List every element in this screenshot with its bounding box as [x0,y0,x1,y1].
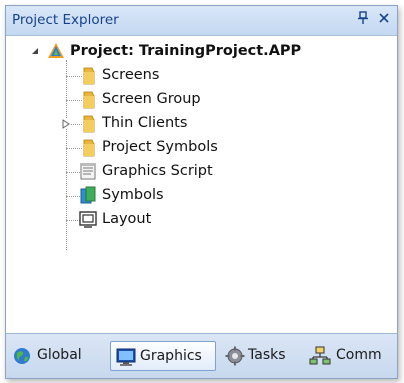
tree-item-label: Screens [102,67,160,83]
tab-comm[interactable]: Comm [304,341,390,369]
folder-icon [80,66,100,86]
tree-root-label: Project: TrainingProject.APP [70,43,302,59]
tree-item-graphics-script[interactable]: Graphics Script [46,160,346,184]
folder-icon [80,114,100,134]
tab-label: Global [37,347,82,363]
project-tree: Project: TrainingProject.APP Screens Scr… [6,36,397,333]
script-icon [78,161,98,181]
tree-item-label: Graphics Script [102,163,213,179]
tree-item-screens[interactable]: Screens [46,64,346,88]
tree-root-node[interactable]: Project: TrainingProject.APP [26,40,366,64]
tree-item-screen-group[interactable]: Screen Group [46,88,346,112]
layout-icon [78,209,98,229]
globe-icon [14,348,30,364]
tab-global[interactable]: Global [10,341,106,369]
gear-icon [225,346,245,366]
project-icon [46,41,66,61]
folder-icon [80,90,100,110]
monitor-icon [116,348,136,366]
tab-label: Comm [336,347,382,363]
tree-item-label: Project Symbols [102,139,218,155]
tab-tasks[interactable]: Tasks [220,341,298,369]
panel-title: Project Explorer [12,12,119,28]
tree-item-layout[interactable]: Layout [46,208,346,232]
tree-item-project-symbols[interactable]: Project Symbols [46,136,346,160]
tree-item-label: Screen Group [102,91,201,107]
tab-label: Graphics [140,348,202,364]
close-icon[interactable] [376,10,392,28]
expand-toggle-icon[interactable] [61,119,71,129]
panel-titlebar: Project Explorer [6,6,397,36]
project-explorer-panel: Project Explorer Project: TrainingProjec… [5,5,398,379]
collapse-toggle-icon[interactable] [30,47,40,57]
folder-icon [80,138,100,158]
tree-item-symbols[interactable]: Symbols [46,184,346,208]
tree-item-label: Thin Clients [102,115,188,131]
bottom-tab-strip: Global Graphics Tasks Comm [6,333,397,378]
tab-label: Tasks [248,347,286,363]
pin-icon[interactable] [356,11,370,27]
tree-item-label: Layout [102,211,152,227]
symbols-icon [78,185,98,205]
tree-item-label: Symbols [102,187,164,203]
tab-graphics[interactable]: Graphics [110,341,216,371]
network-icon [309,346,331,365]
tree-item-thin-clients[interactable]: Thin Clients [46,112,346,136]
